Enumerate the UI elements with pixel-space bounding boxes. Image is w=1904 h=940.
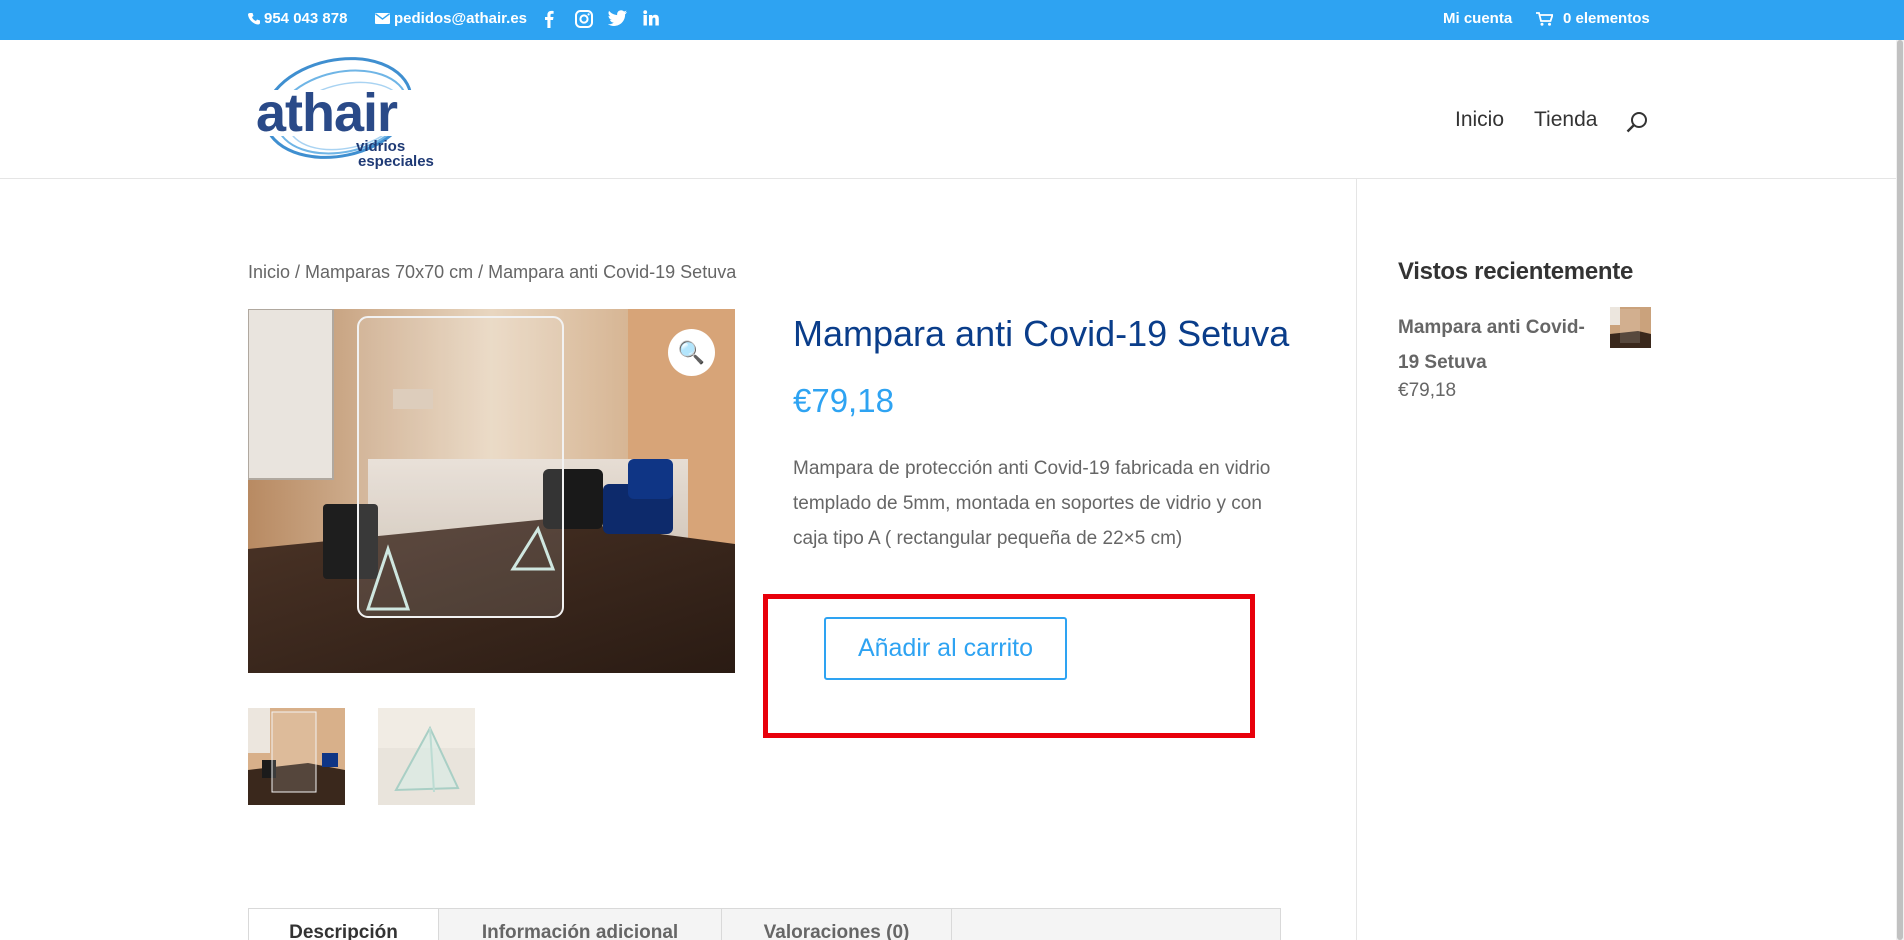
thumbnail-photo-1 [248, 708, 345, 805]
logo-brand: athair [256, 83, 398, 143]
phone-contact[interactable]: 954 043 878 [248, 10, 347, 27]
zoom-button[interactable]: 🔍 [668, 329, 715, 376]
athair-logo[interactable]: athair vidrios especiales [252, 52, 442, 172]
logo-line2: especiales [358, 153, 434, 170]
product-tabs: Descripción Información adicional Valora… [248, 908, 1281, 940]
product-title: Mampara anti Covid-19 Setuva [793, 313, 1290, 354]
recently-viewed-title: Vistos recientemente [1398, 258, 1633, 285]
sidebar-thumbnail-photo [1610, 307, 1651, 348]
cart-link[interactable]: 0 elementos [1536, 10, 1650, 27]
recently-viewed-price: €79,18 [1398, 380, 1457, 401]
product-thumbnail-2[interactable] [378, 708, 475, 805]
site-header: athair vidrios especiales Inicio Tienda [0, 40, 1904, 179]
recently-viewed-thumbnail[interactable] [1610, 307, 1651, 348]
sidebar-divider [1356, 179, 1357, 940]
scrollbar-thumb[interactable] [1897, 40, 1903, 940]
breadcrumb[interactable]: Inicio / Mamparas 70x70 cm / Mampara ant… [248, 262, 736, 283]
product-main-image[interactable] [248, 309, 735, 673]
product-thumbnail-1[interactable] [248, 708, 345, 805]
instagram-link[interactable] [575, 10, 593, 28]
search-button[interactable] [1626, 111, 1648, 138]
cart-icon [1536, 11, 1553, 26]
tab-informacion-adicional[interactable]: Información adicional [439, 909, 722, 940]
thumbnail-photo-2 [378, 708, 475, 805]
nav-item-inicio[interactable]: Inicio [1455, 108, 1504, 132]
facebook-link[interactable] [544, 10, 554, 28]
recently-viewed-product-link[interactable]: Mampara anti Covid-19 Setuva [1398, 310, 1598, 380]
page-scrollbar[interactable] [1896, 40, 1904, 940]
email-address: pedidos@athair.es [394, 10, 528, 27]
nav-item-tienda[interactable]: Tienda [1534, 108, 1597, 132]
tab-valoraciones[interactable]: Valoraciones (0) [722, 909, 952, 940]
twitter-icon [608, 10, 627, 26]
search-icon [1626, 112, 1647, 133]
email-contact[interactable]: pedidos@athair.es [375, 10, 527, 27]
my-account-link[interactable]: Mi cuenta [1443, 10, 1512, 27]
zoom-icon: 🔍 [677, 339, 706, 365]
phone-icon [248, 13, 260, 25]
add-to-cart-button[interactable]: Añadir al carrito [824, 617, 1067, 680]
office-photo [248, 309, 735, 673]
facebook-icon [545, 10, 554, 28]
product-price: €79,18 [793, 382, 894, 419]
twitter-link[interactable] [608, 10, 627, 26]
cart-count: 0 elementos [1563, 10, 1650, 27]
linkedin-link[interactable] [643, 10, 659, 26]
my-account-label: Mi cuenta [1443, 10, 1513, 27]
product-short-description: Mampara de protección anti Covid-19 fabr… [793, 458, 1271, 549]
tab-descripcion[interactable]: Descripción [249, 909, 439, 940]
phone-number: 954 043 878 [264, 10, 348, 27]
envelope-icon [375, 13, 390, 24]
instagram-icon [575, 10, 593, 28]
top-bar: 954 043 878 pedidos@athair.es Mi cuenta … [0, 0, 1904, 40]
linkedin-icon [643, 10, 659, 26]
